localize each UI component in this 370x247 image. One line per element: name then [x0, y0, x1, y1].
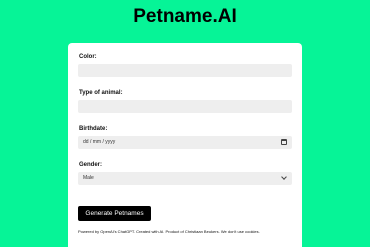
birthdate-placeholder: dd / mm / yyyy	[83, 139, 116, 145]
color-input[interactable]	[78, 64, 292, 77]
calendar-icon[interactable]	[281, 139, 287, 145]
animal-type-input[interactable]	[78, 100, 292, 113]
form-card: Color: Type of animal: Birthdate: dd / m…	[68, 43, 302, 247]
generate-petnames-button[interactable]: Generate Petnames	[78, 206, 151, 221]
gender-selected-value: Male	[83, 175, 94, 181]
birthdate-input[interactable]: dd / mm / yyyy	[78, 136, 292, 149]
chevron-down-icon	[281, 174, 287, 180]
footer-text: Powered by OpenAI's ChatGPT. Created wit…	[78, 229, 260, 234]
page-title: Petname.AI	[133, 6, 237, 27]
color-label: Color:	[79, 54, 97, 60]
birthdate-label: Birthdate:	[79, 126, 108, 132]
animal-type-label: Type of animal:	[79, 90, 123, 96]
app-root: Petname.AI Color: Type of animal: Birthd…	[0, 0, 370, 247]
gender-label: Gender:	[79, 162, 103, 168]
gender-select[interactable]: Male	[78, 172, 292, 185]
